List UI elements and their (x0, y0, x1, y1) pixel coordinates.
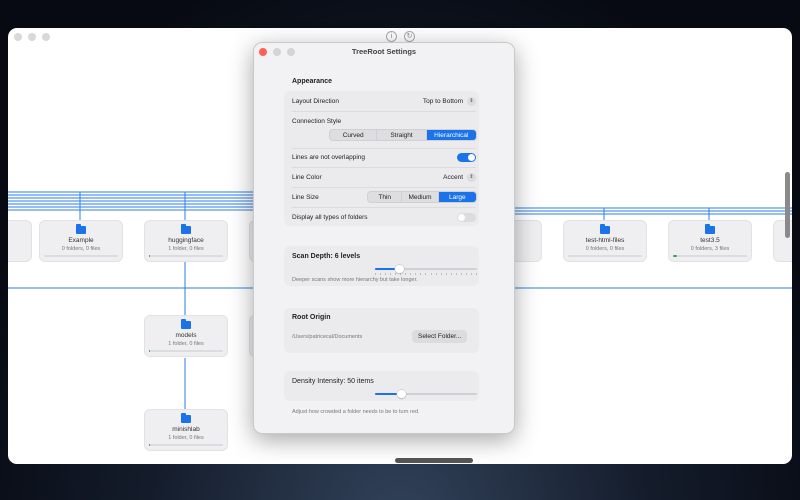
vertical-scrollbar[interactable] (785, 172, 790, 238)
folder-node[interactable]: test-html-files 0 folders, 0 files (563, 220, 647, 262)
node-name: huggingface (168, 237, 204, 244)
node-count: 1 folder, 0 files (168, 341, 204, 347)
node-name: minishlab (172, 426, 200, 433)
divider (292, 167, 476, 168)
folder-icon (181, 224, 191, 234)
display-folders-label: Display all types of folders (292, 213, 368, 221)
density-bar (149, 255, 223, 257)
scan-depth-helper: Deeper scans show more hierarchy but tak… (292, 277, 418, 283)
layout-direction-value: Top to Bottom (422, 97, 463, 105)
node-count: 0 folders, 3 files (690, 246, 730, 252)
folder-icon (705, 224, 715, 234)
appearance-heading: Appearance (292, 78, 333, 85)
line-color-label: Line Color (292, 173, 322, 181)
folder-node[interactable]: models 1 folder, 0 files (144, 315, 228, 357)
folder-icon (181, 319, 191, 329)
lines-overlap-row: Lines are not overlapping (292, 149, 476, 165)
folder-node[interactable]: Example 0 folders, 0 files (39, 220, 123, 262)
node-count: 1 folder, 0 files (168, 435, 204, 441)
toggle-knob (458, 213, 465, 221)
toggle-knob (468, 153, 475, 161)
node-count: 0 folders, 0 files (585, 246, 625, 252)
slider-ticks (375, 273, 477, 275)
folder-node-partial-left[interactable] (8, 220, 32, 262)
display-folders-toggle[interactable] (457, 212, 476, 222)
chevron-updown-icon: ⇕ (467, 172, 476, 182)
connection-style-row: Connection Style (292, 113, 476, 129)
node-count: 1 folder, 0 files (168, 246, 204, 252)
chevron-updown-icon: ⇕ (467, 96, 476, 106)
lines-overlap-toggle[interactable] (457, 152, 476, 162)
node-name: models (175, 332, 197, 339)
scan-depth-slider[interactable] (375, 264, 477, 275)
segment-hierarchical[interactable]: Hierarchical (426, 130, 476, 140)
slider-thumb[interactable] (395, 265, 404, 273)
folder-node[interactable]: huggingface 1 folder, 0 files (144, 220, 228, 262)
settings-titlebar[interactable]: TreeRoot Settings (254, 43, 514, 61)
divider (292, 187, 476, 188)
density-slider[interactable] (375, 389, 477, 399)
folder-node[interactable]: minishlab 1 folder, 0 files (144, 409, 228, 451)
root-origin-heading: Root Origin (292, 314, 331, 321)
line-size-segmented: Thin Medium Large (367, 191, 477, 203)
folder-icon (600, 224, 610, 234)
density-heading: Density Intensity: 50 items (292, 378, 374, 385)
segment-curved[interactable]: Curved (330, 130, 378, 140)
segment-large[interactable]: Large (438, 192, 476, 202)
folder-icon (181, 413, 191, 423)
density-helper: Adjust how crowded a folder needs to be … (292, 409, 420, 415)
slider-thumb[interactable] (397, 390, 406, 398)
density-bar (149, 350, 223, 352)
segment-thin[interactable]: Thin (368, 192, 403, 202)
horizontal-scrollbar[interactable] (395, 458, 473, 463)
divider (292, 111, 476, 112)
node-name: Example (68, 237, 94, 244)
density-bar (568, 255, 642, 257)
segment-straight[interactable]: Straight (377, 130, 427, 140)
layout-direction-select[interactable]: Top to Bottom ⇕ (422, 96, 476, 106)
folder-icon (76, 224, 86, 234)
density-bar (44, 255, 118, 257)
node-count: 0 folders, 0 files (61, 246, 101, 252)
density-bar (673, 255, 747, 257)
layout-direction-label: Layout Direction (292, 97, 339, 105)
scan-depth-heading: Scan Depth: 6 levels (292, 253, 361, 260)
settings-window: TreeRoot Settings Appearance Layout Dire… (253, 42, 515, 434)
density-bar (149, 444, 223, 446)
lines-overlap-label: Lines are not overlapping (292, 153, 365, 161)
folder-node[interactable]: test3.5 0 folders, 3 files (668, 220, 752, 262)
segment-medium[interactable]: Medium (402, 192, 439, 202)
line-color-select[interactable]: Accent ⇕ (443, 172, 476, 182)
line-color-value: Accent (443, 173, 463, 181)
divider (292, 207, 476, 208)
layout-direction-row: Layout Direction Top to Bottom ⇕ (292, 93, 476, 109)
node-name: test-html-files (585, 237, 625, 244)
node-name: test3.5 (700, 237, 720, 244)
root-path-field: /Users/patricecal/Documents (292, 334, 363, 340)
line-size-label: Line Size (292, 193, 319, 201)
display-folders-row: Display all types of folders (292, 209, 476, 225)
connection-style-segmented: Curved Straight Hierarchical (329, 129, 477, 141)
select-folder-button[interactable]: Select Folder... (412, 330, 468, 343)
line-color-row: Line Color Accent ⇕ (292, 169, 476, 185)
settings-title: TreeRoot Settings (351, 47, 417, 56)
connection-style-label: Connection Style (292, 117, 342, 125)
